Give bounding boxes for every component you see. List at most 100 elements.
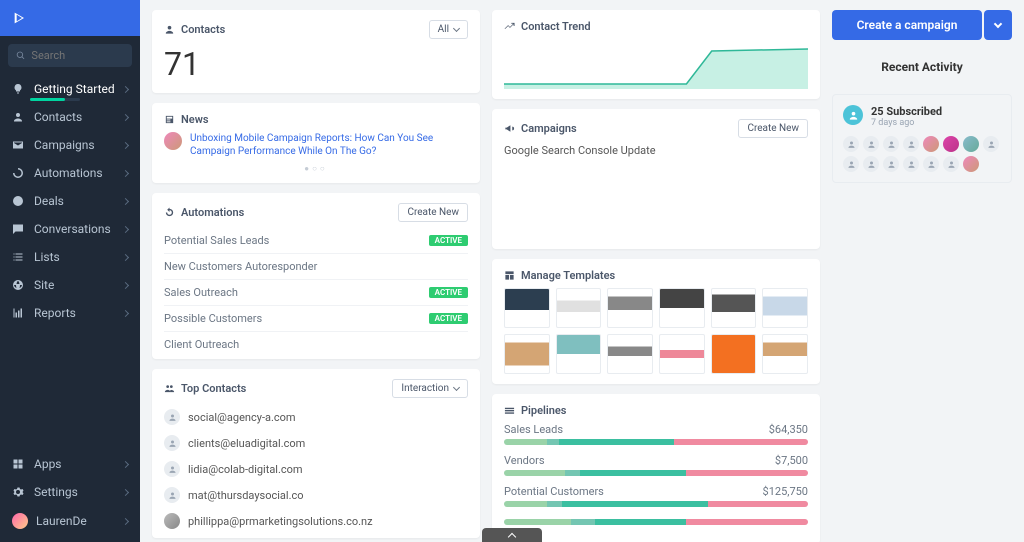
subscriber-avatar[interactable]: [963, 156, 979, 172]
automation-row[interactable]: Possible CustomersACTIVE: [164, 305, 468, 331]
automation-row[interactable]: Potential Sales LeadsACTIVE: [164, 228, 468, 253]
nav-label: Site: [34, 278, 54, 292]
template-thumb[interactable]: [607, 288, 653, 328]
carousel-dots[interactable]: ●○○: [164, 164, 468, 173]
nav-apps[interactable]: Apps: [0, 450, 140, 478]
subscriber-avatar[interactable]: [983, 136, 999, 152]
template-thumb[interactable]: [659, 288, 705, 328]
template-thumb[interactable]: [556, 334, 602, 374]
subscriber-avatar[interactable]: [843, 136, 859, 152]
card-title: Pipelines: [521, 404, 566, 417]
subscriber-avatar[interactable]: [963, 136, 979, 152]
nav-user[interactable]: LaurenDe: [0, 506, 140, 536]
nav-contacts[interactable]: Contacts: [0, 103, 140, 131]
people-icon: [164, 383, 175, 394]
template-thumb[interactable]: [504, 334, 550, 374]
nav-label: Deals: [34, 194, 64, 208]
pipeline-row[interactable]: Sales Leads$64,350: [504, 423, 808, 445]
nav-automations[interactable]: Automations: [0, 159, 140, 187]
subscriber-avatar[interactable]: [943, 136, 959, 152]
chevron-right-icon: [122, 197, 129, 204]
contact-row[interactable]: clients@eluadigital.com: [164, 430, 468, 456]
pipeline-row[interactable]: Vendors$7,500: [504, 454, 808, 476]
nav-settings[interactable]: Settings: [0, 478, 140, 506]
automation-name: Possible Customers: [164, 312, 262, 325]
campaigns-card: Campaigns Create New Google Search Conso…: [492, 109, 820, 249]
card-title: Campaigns: [521, 122, 577, 135]
subscriber-avatar[interactable]: [923, 156, 939, 172]
subscriber-avatar[interactable]: [883, 136, 899, 152]
contacts-sort[interactable]: Interaction: [392, 379, 468, 398]
template-thumb[interactable]: [504, 288, 550, 328]
contact-row[interactable]: phillippa@prmarketingsolutions.co.nz: [164, 508, 468, 534]
nav-conversations[interactable]: Conversations: [0, 215, 140, 243]
contacts-filter[interactable]: All: [429, 20, 468, 39]
card-title: Contact Trend: [521, 20, 591, 33]
template-thumb[interactable]: [711, 334, 757, 374]
subscriber-avatar[interactable]: [883, 156, 899, 172]
nav-label: Getting Started: [34, 82, 115, 96]
campaign-item[interactable]: Google Search Console Update: [504, 144, 808, 157]
create-campaign-button[interactable]: Create a campaign: [832, 10, 982, 40]
apps-icon: [12, 458, 24, 470]
contact-row[interactable]: social@agency-a.com: [164, 404, 468, 430]
refresh-icon: [164, 207, 175, 218]
subscriber-avatar[interactable]: [943, 156, 959, 172]
subscriber-avatar[interactable]: [923, 136, 939, 152]
pipeline-row[interactable]: [504, 516, 808, 525]
activity-card[interactable]: 25 Subscribed 7 days ago: [832, 94, 1012, 183]
contact-email: social@agency-a.com: [188, 411, 296, 424]
card-title: Automations: [181, 206, 244, 219]
template-thumb[interactable]: [556, 288, 602, 328]
logo[interactable]: [0, 0, 140, 36]
nav-site[interactable]: Site: [0, 271, 140, 299]
automation-name: Sales Outreach: [164, 286, 238, 299]
template-thumb[interactable]: [762, 288, 808, 328]
nav-label: Lists: [34, 250, 60, 264]
contacts-card: Contacts All 71: [152, 10, 480, 93]
status-badge: ACTIVE: [429, 287, 468, 298]
contact-email: clients@eluadigital.com: [188, 437, 305, 450]
contact-avatar: [164, 435, 180, 451]
sidebar: Getting Started Contacts Campaigns Autom…: [0, 0, 140, 542]
nav-campaigns[interactable]: Campaigns: [0, 131, 140, 159]
nav-deals[interactable]: Deals: [0, 187, 140, 215]
contact-avatar: [164, 461, 180, 477]
create-campaign-button[interactable]: Create New: [738, 119, 808, 138]
card-title: Contacts: [181, 23, 225, 36]
automation-icon: [12, 167, 24, 179]
chevron-right-icon: [122, 169, 129, 176]
subscriber-avatar[interactable]: [903, 156, 919, 172]
automation-name: Client Outreach: [164, 338, 239, 351]
nav-lists[interactable]: Lists: [0, 243, 140, 271]
automation-row[interactable]: New Customers Autoresponder: [164, 253, 468, 279]
search-input[interactable]: [31, 49, 124, 62]
automation-row[interactable]: Client Outreach: [164, 331, 468, 357]
nav-reports[interactable]: Reports: [0, 299, 140, 327]
template-thumb[interactable]: [607, 334, 653, 374]
nav-label: Campaigns: [34, 138, 95, 152]
create-automation-button[interactable]: Create New: [398, 203, 468, 222]
subscriber-avatar[interactable]: [843, 156, 859, 172]
contact-trend-card: Contact Trend: [492, 10, 820, 99]
globe-icon: [12, 279, 24, 291]
template-thumb[interactable]: [659, 334, 705, 374]
caret-down-icon: [994, 19, 1002, 27]
pipeline-name: Vendors: [504, 454, 545, 467]
search-box[interactable]: [8, 44, 132, 67]
news-headline[interactable]: Unboxing Mobile Campaign Reports: How Ca…: [190, 132, 468, 158]
bottom-drawer-handle[interactable]: [482, 528, 542, 542]
subscriber-avatar[interactable]: [903, 136, 919, 152]
pipeline-row[interactable]: Potential Customers$125,750: [504, 485, 808, 507]
template-thumb[interactable]: [762, 334, 808, 374]
subscriber-avatar[interactable]: [863, 136, 879, 152]
create-campaign-dropdown[interactable]: [984, 10, 1012, 40]
template-thumb[interactable]: [711, 288, 757, 328]
nav-getting-started[interactable]: Getting Started: [0, 75, 140, 103]
contact-row[interactable]: mat@thursdaysocial.co: [164, 482, 468, 508]
contact-row[interactable]: lidia@colab-digital.com: [164, 456, 468, 482]
automation-row[interactable]: Sales Outreach ACTIVE: [164, 279, 468, 305]
trend-chart: [504, 39, 808, 89]
subscriber-avatar[interactable]: [863, 156, 879, 172]
person-icon: [164, 24, 175, 35]
